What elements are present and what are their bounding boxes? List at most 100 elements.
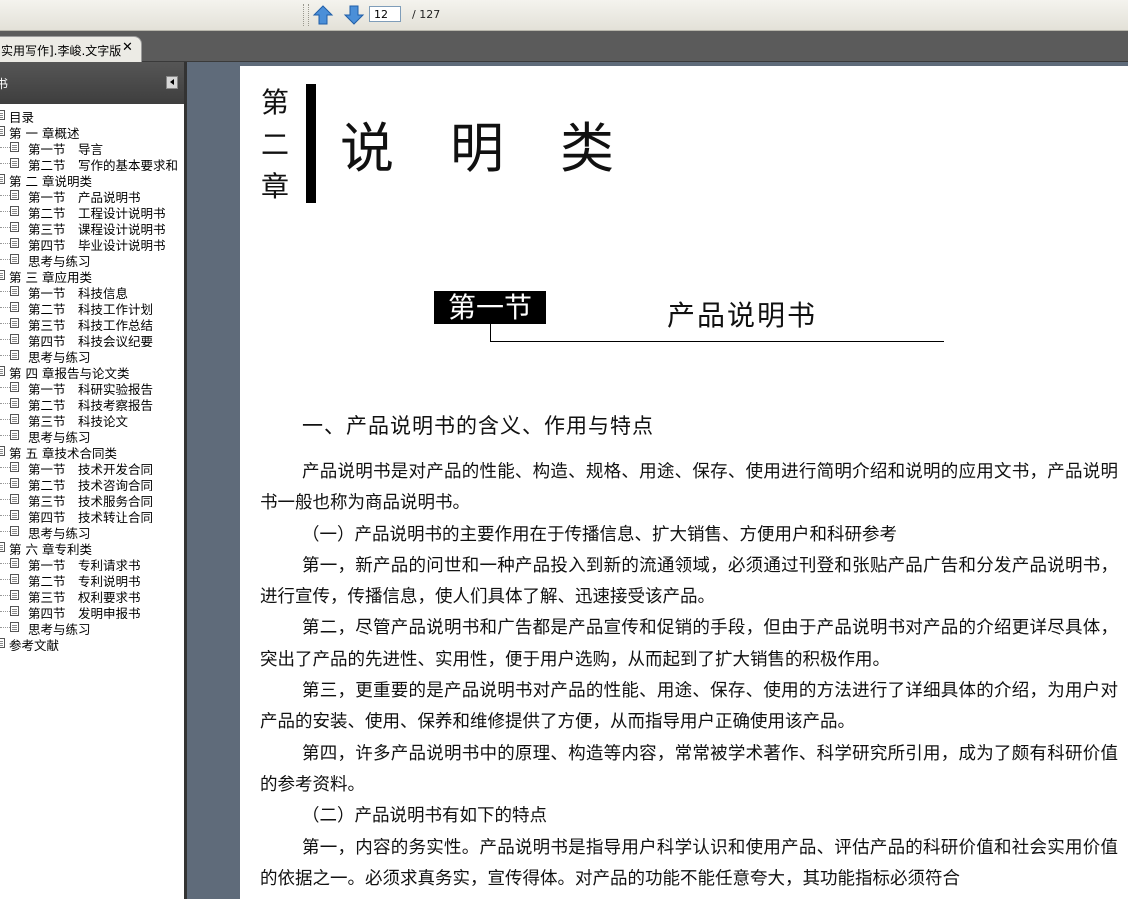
paragraph: （二）产品说明书有如下的特点 xyxy=(302,806,547,827)
bookmark-page-icon xyxy=(10,398,19,408)
bookmark-item[interactable]: 参考文献 xyxy=(0,635,184,651)
bookmarks-panel-title: 书 xyxy=(0,77,9,91)
page-number-input[interactable] xyxy=(369,6,401,22)
section-title: 产品说明书 xyxy=(667,299,818,332)
bookmark-page-icon xyxy=(10,494,19,504)
tree-connector xyxy=(0,195,10,196)
bookmark-item[interactable]: 第一节 导言 xyxy=(0,139,184,155)
bookmark-label: 第 四 章报告与论文类 xyxy=(9,366,130,379)
bookmark-label: 第二节 工程设计说明书 xyxy=(28,206,166,219)
section-rule xyxy=(490,324,491,342)
bookmark-page-icon xyxy=(10,222,19,232)
tree-connector xyxy=(0,499,10,500)
bookmark-item[interactable]: 第 六 章专利类 xyxy=(0,539,184,555)
bookmark-item[interactable]: 第 四 章报告与论文类 xyxy=(0,363,184,379)
tree-connector xyxy=(0,611,10,612)
bookmark-label: 第一节 科技信息 xyxy=(28,286,129,299)
bookmark-item[interactable]: 思考与练习 xyxy=(0,427,184,443)
bookmark-item[interactable]: 第 五 章技术合同类 xyxy=(0,443,184,459)
document-tab[interactable]: 实用写作].李峻.文字版 ✕ xyxy=(0,36,142,62)
bookmark-label: 第四节 技术转让合同 xyxy=(28,510,154,523)
bookmark-item[interactable]: 第一节 科研实验报告 xyxy=(0,379,184,395)
bookmark-item[interactable]: 第三节 技术服务合同 xyxy=(0,491,184,507)
bookmark-item[interactable]: 第四节 技术转让合同 xyxy=(0,507,184,523)
bookmark-item[interactable]: 目录 xyxy=(0,107,184,123)
bookmark-label: 第四节 发明申报书 xyxy=(28,606,141,619)
bookmark-tree: 目录第 一 章概述 第一节 导言第二节 写作的基本要求和第 二 章说明类 第一节 产… xyxy=(0,107,184,651)
tree-connector xyxy=(0,163,10,164)
tree-connector xyxy=(0,307,10,308)
bookmark-item[interactable]: 第二节 工程设计说明书 xyxy=(0,203,184,219)
bookmark-item[interactable]: 第三节 科技论文 xyxy=(0,411,184,427)
bookmark-label: 思考与练习 xyxy=(28,254,91,267)
bookmark-item[interactable]: 第二节 技术咨询合同 xyxy=(0,475,184,491)
next-page-button[interactable] xyxy=(343,4,365,26)
bookmark-page-icon xyxy=(10,430,19,440)
paragraph: 第二，尽管产品说明书和广告都是产品宣传和促销的手段，但由于产品说明书对产品的介绍… xyxy=(260,618,1118,670)
bookmark-item[interactable]: 第三节 科技工作总结 xyxy=(0,315,184,331)
bookmark-page-icon xyxy=(10,190,19,200)
bookmark-page-icon xyxy=(10,462,19,472)
bookmark-page-icon xyxy=(0,366,5,376)
bookmark-page-icon xyxy=(10,414,19,424)
bookmark-page-icon xyxy=(10,590,19,600)
tree-connector xyxy=(0,211,10,212)
bookmark-item[interactable]: 第 三 章应用类 xyxy=(0,267,184,283)
bookmark-item[interactable]: 第一节 产品说明书 xyxy=(0,187,184,203)
bookmark-page-icon xyxy=(10,574,19,584)
bookmark-label: 第三节 权利要求书 xyxy=(28,590,141,603)
bookmark-label: 第一节 科研实验报告 xyxy=(28,382,154,395)
bookmark-item[interactable]: 思考与练习 xyxy=(0,251,184,267)
bookmark-item[interactable]: 第 二 章说明类 xyxy=(0,171,184,187)
bookmark-page-icon xyxy=(10,350,19,360)
bookmark-label: 思考与练习 xyxy=(28,526,91,539)
paragraph: （一）产品说明书的主要作用在于传播信息、扩大销售、方便用户和科研参考 xyxy=(302,524,897,545)
bookmark-item[interactable]: 思考与练习 xyxy=(0,523,184,539)
bookmark-item[interactable]: 第 一 章概述 xyxy=(0,123,184,139)
bookmark-item[interactable]: 第三节 权利要求书 xyxy=(0,587,184,603)
bookmark-item[interactable]: 第二节 科技工作计划 xyxy=(0,299,184,315)
bookmark-page-icon xyxy=(10,206,19,216)
bookmark-item[interactable]: 第一节 科技信息 xyxy=(0,283,184,299)
chapter-char: 第 xyxy=(261,86,290,119)
bookmark-item[interactable]: 第一节 技术开发合同 xyxy=(0,459,184,475)
bookmark-label: 思考与练习 xyxy=(28,622,91,635)
bookmark-page-icon xyxy=(10,286,19,296)
bookmark-label: 第二节 写作的基本要求和 xyxy=(28,158,179,171)
bookmark-item[interactable]: 第四节 毕业设计说明书 xyxy=(0,235,184,251)
bookmark-label: 第二节 技术咨询合同 xyxy=(28,478,154,491)
bookmark-page-icon xyxy=(10,382,19,392)
bookmark-page-icon xyxy=(10,158,19,168)
bookmark-item[interactable]: 第四节 科技会议纪要 xyxy=(0,331,184,347)
paragraph: 第一，内容的务实性。产品说明书是指导用户科学认识和使用产品、评估产品的科研价值和… xyxy=(260,837,1118,889)
bookmark-item[interactable]: 第二节 专利说明书 xyxy=(0,571,184,587)
bookmark-item[interactable]: 思考与练习 xyxy=(0,347,184,363)
bookmark-item[interactable]: 第二节 科技考察报告 xyxy=(0,395,184,411)
bookmark-item[interactable]: 第三节 课程设计说明书 xyxy=(0,219,184,235)
paragraph: 第四，许多产品说明书中的原理、构造等内容，常常被学术著作、科学研究所引用，成为了… xyxy=(260,743,1118,795)
bookmark-page-icon xyxy=(10,622,19,632)
close-tab-icon[interactable]: ✕ xyxy=(122,40,133,55)
tree-connector xyxy=(0,291,10,292)
bookmark-label: 第 六 章专利类 xyxy=(9,542,92,555)
tree-connector xyxy=(0,147,10,148)
bookmark-page-icon xyxy=(10,606,19,616)
bookmark-page-icon xyxy=(0,126,5,136)
bookmark-label: 第一节 技术开发合同 xyxy=(28,462,154,475)
bookmark-label: 第三节 科技论文 xyxy=(28,414,129,427)
bookmark-label: 第四节 科技会议纪要 xyxy=(28,334,154,347)
bookmark-label: 第三节 科技工作总结 xyxy=(28,318,154,331)
bookmark-label: 第 三 章应用类 xyxy=(9,270,92,283)
section-label: 第一节 xyxy=(434,291,546,324)
tree-connector xyxy=(0,435,10,436)
bookmark-item[interactable]: 第四节 发明申报书 xyxy=(0,603,184,619)
bookmark-page-icon xyxy=(10,478,19,488)
bookmark-item[interactable]: 思考与练习 xyxy=(0,619,184,635)
bookmark-label: 第三节 课程设计说明书 xyxy=(28,222,166,235)
collapse-panel-button[interactable] xyxy=(166,76,178,89)
bookmark-item[interactable]: 第二节 写作的基本要求和 xyxy=(0,155,184,171)
bookmark-item[interactable]: 第一节 专利请求书 xyxy=(0,555,184,571)
tree-connector xyxy=(0,483,10,484)
document-tab-bar: 实用写作].李峻.文字版 ✕ xyxy=(0,31,1128,62)
previous-page-button[interactable] xyxy=(312,4,334,26)
